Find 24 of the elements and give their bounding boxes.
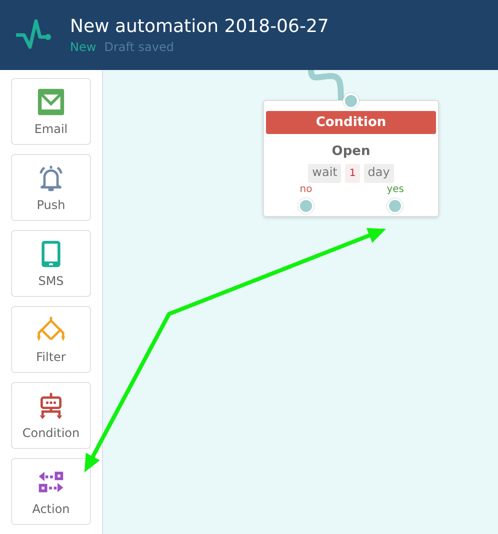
branch-diamond-icon <box>37 316 65 344</box>
status-label: New <box>70 40 96 54</box>
node-title: Condition <box>266 111 436 134</box>
palette-item[interactable]: Push <box>11 154 91 221</box>
palette-item[interactable]: Condition <box>11 382 91 449</box>
wait-chip: 1 <box>345 164 360 183</box>
input-port[interactable] <box>343 93 359 109</box>
output-port[interactable] <box>387 198 404 214</box>
output-label: no <box>300 184 312 195</box>
output-port[interactable] <box>298 198 314 214</box>
automation-title: New automation 2018-06-27 <box>70 16 329 37</box>
envelope-icon <box>37 88 65 116</box>
condition-node[interactable]: Condition Open wait 1 day no yes <box>263 100 439 217</box>
save-state: Draft saved <box>104 40 174 54</box>
robot-branch-icon <box>37 392 65 420</box>
event-name: Open <box>332 144 370 159</box>
wait-chip: day <box>364 164 394 183</box>
output-label: yes <box>386 184 404 195</box>
palette-item[interactable]: Action <box>11 458 91 525</box>
wait-chip: wait <box>308 164 342 183</box>
palette-item[interactable]: Email <box>11 78 91 145</box>
palette-item[interactable]: SMS <box>11 230 91 297</box>
bell-icon <box>37 164 65 192</box>
palette-item[interactable]: Filter <box>11 306 91 373</box>
